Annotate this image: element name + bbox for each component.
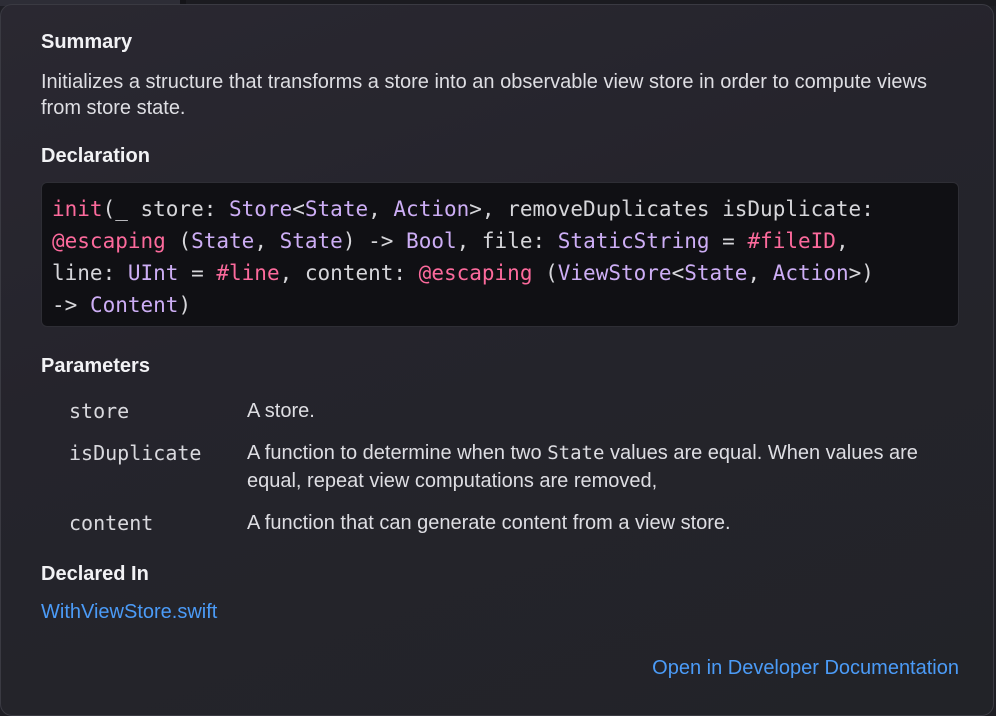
code-type[interactable]: UInt: [128, 261, 179, 285]
parameter-description: A function that can generate content fro…: [247, 509, 957, 537]
code-type[interactable]: StaticString: [558, 229, 710, 253]
code-type[interactable]: Store: [229, 197, 292, 221]
summary-heading: Summary: [41, 31, 133, 53]
code-text: , file:: [456, 229, 558, 253]
parameter-name: content: [69, 511, 154, 535]
code-text: ,: [368, 197, 394, 221]
description-text: A store.: [247, 400, 315, 422]
code-type[interactable]: State: [191, 229, 254, 253]
code-type[interactable]: Content: [90, 293, 179, 317]
description-text: A function that can generate content fro…: [247, 512, 731, 534]
open-developer-documentation-link[interactable]: Open in Developer Documentation: [652, 657, 959, 680]
code-text: ,: [747, 261, 773, 285]
code-text: ,: [254, 229, 280, 253]
code-keyword: #line: [216, 261, 280, 285]
code-text: =: [709, 229, 748, 253]
code-keyword: @escaping: [52, 229, 166, 253]
parameter-description: A function to determine when two State v…: [247, 439, 957, 495]
code-text: ,: [835, 229, 849, 253]
code-line: line: UInt = #line, content: @escaping (…: [52, 257, 948, 289]
code-keyword: #fileID: [747, 229, 836, 253]
code-text: >): [848, 261, 874, 285]
code-text: <: [671, 261, 685, 285]
declaration-code-block: init(_ store: Store<State, Action>, remo…: [41, 182, 959, 327]
code-type[interactable]: State: [684, 261, 747, 285]
code-type[interactable]: Action: [773, 261, 849, 285]
parameter-name: store: [69, 399, 130, 423]
code-text: , content:: [279, 261, 419, 285]
code-line: init(_ store: Store<State, Action>, remo…: [52, 193, 948, 225]
code-type[interactable]: State: [280, 229, 343, 253]
code-type[interactable]: State: [305, 197, 368, 221]
declared-in-file-link[interactable]: WithViewStore.swift: [41, 601, 217, 624]
code-text: ): [178, 293, 192, 317]
code-keyword: init: [52, 197, 103, 221]
code-text: <: [292, 197, 305, 221]
code-type[interactable]: Action: [393, 197, 469, 221]
quick-help-popover: Summary Initializes a structure that tra…: [0, 4, 994, 716]
parameters-heading: Parameters: [41, 355, 150, 377]
code-line: -> Content): [52, 289, 948, 321]
code-keyword: @escaping: [418, 261, 533, 285]
code-type[interactable]: ViewStore: [558, 261, 672, 285]
code-text: =: [178, 261, 217, 285]
code-text: ) ->: [342, 229, 407, 253]
code-text: (: [165, 229, 192, 253]
code-text: (: [532, 261, 558, 285]
declaration-heading: Declaration: [41, 145, 150, 167]
code-text: line:: [52, 261, 128, 285]
inline-code: State: [547, 442, 605, 464]
code-type[interactable]: Bool: [406, 229, 457, 253]
summary-text: Initializes a structure that transforms …: [41, 71, 927, 119]
declared-in-heading: Declared In: [41, 563, 149, 585]
code-line: @escaping (State, State) -> Bool, file: …: [52, 225, 948, 257]
description-text: A function to determine when two: [247, 442, 548, 464]
parameter-name: isDuplicate: [69, 441, 202, 465]
parameter-description: A store.: [247, 397, 957, 425]
code-text: ->: [52, 293, 90, 317]
code-text: >, removeDuplicates isDuplicate:: [469, 197, 874, 221]
code-text: (_ store:: [102, 197, 230, 221]
